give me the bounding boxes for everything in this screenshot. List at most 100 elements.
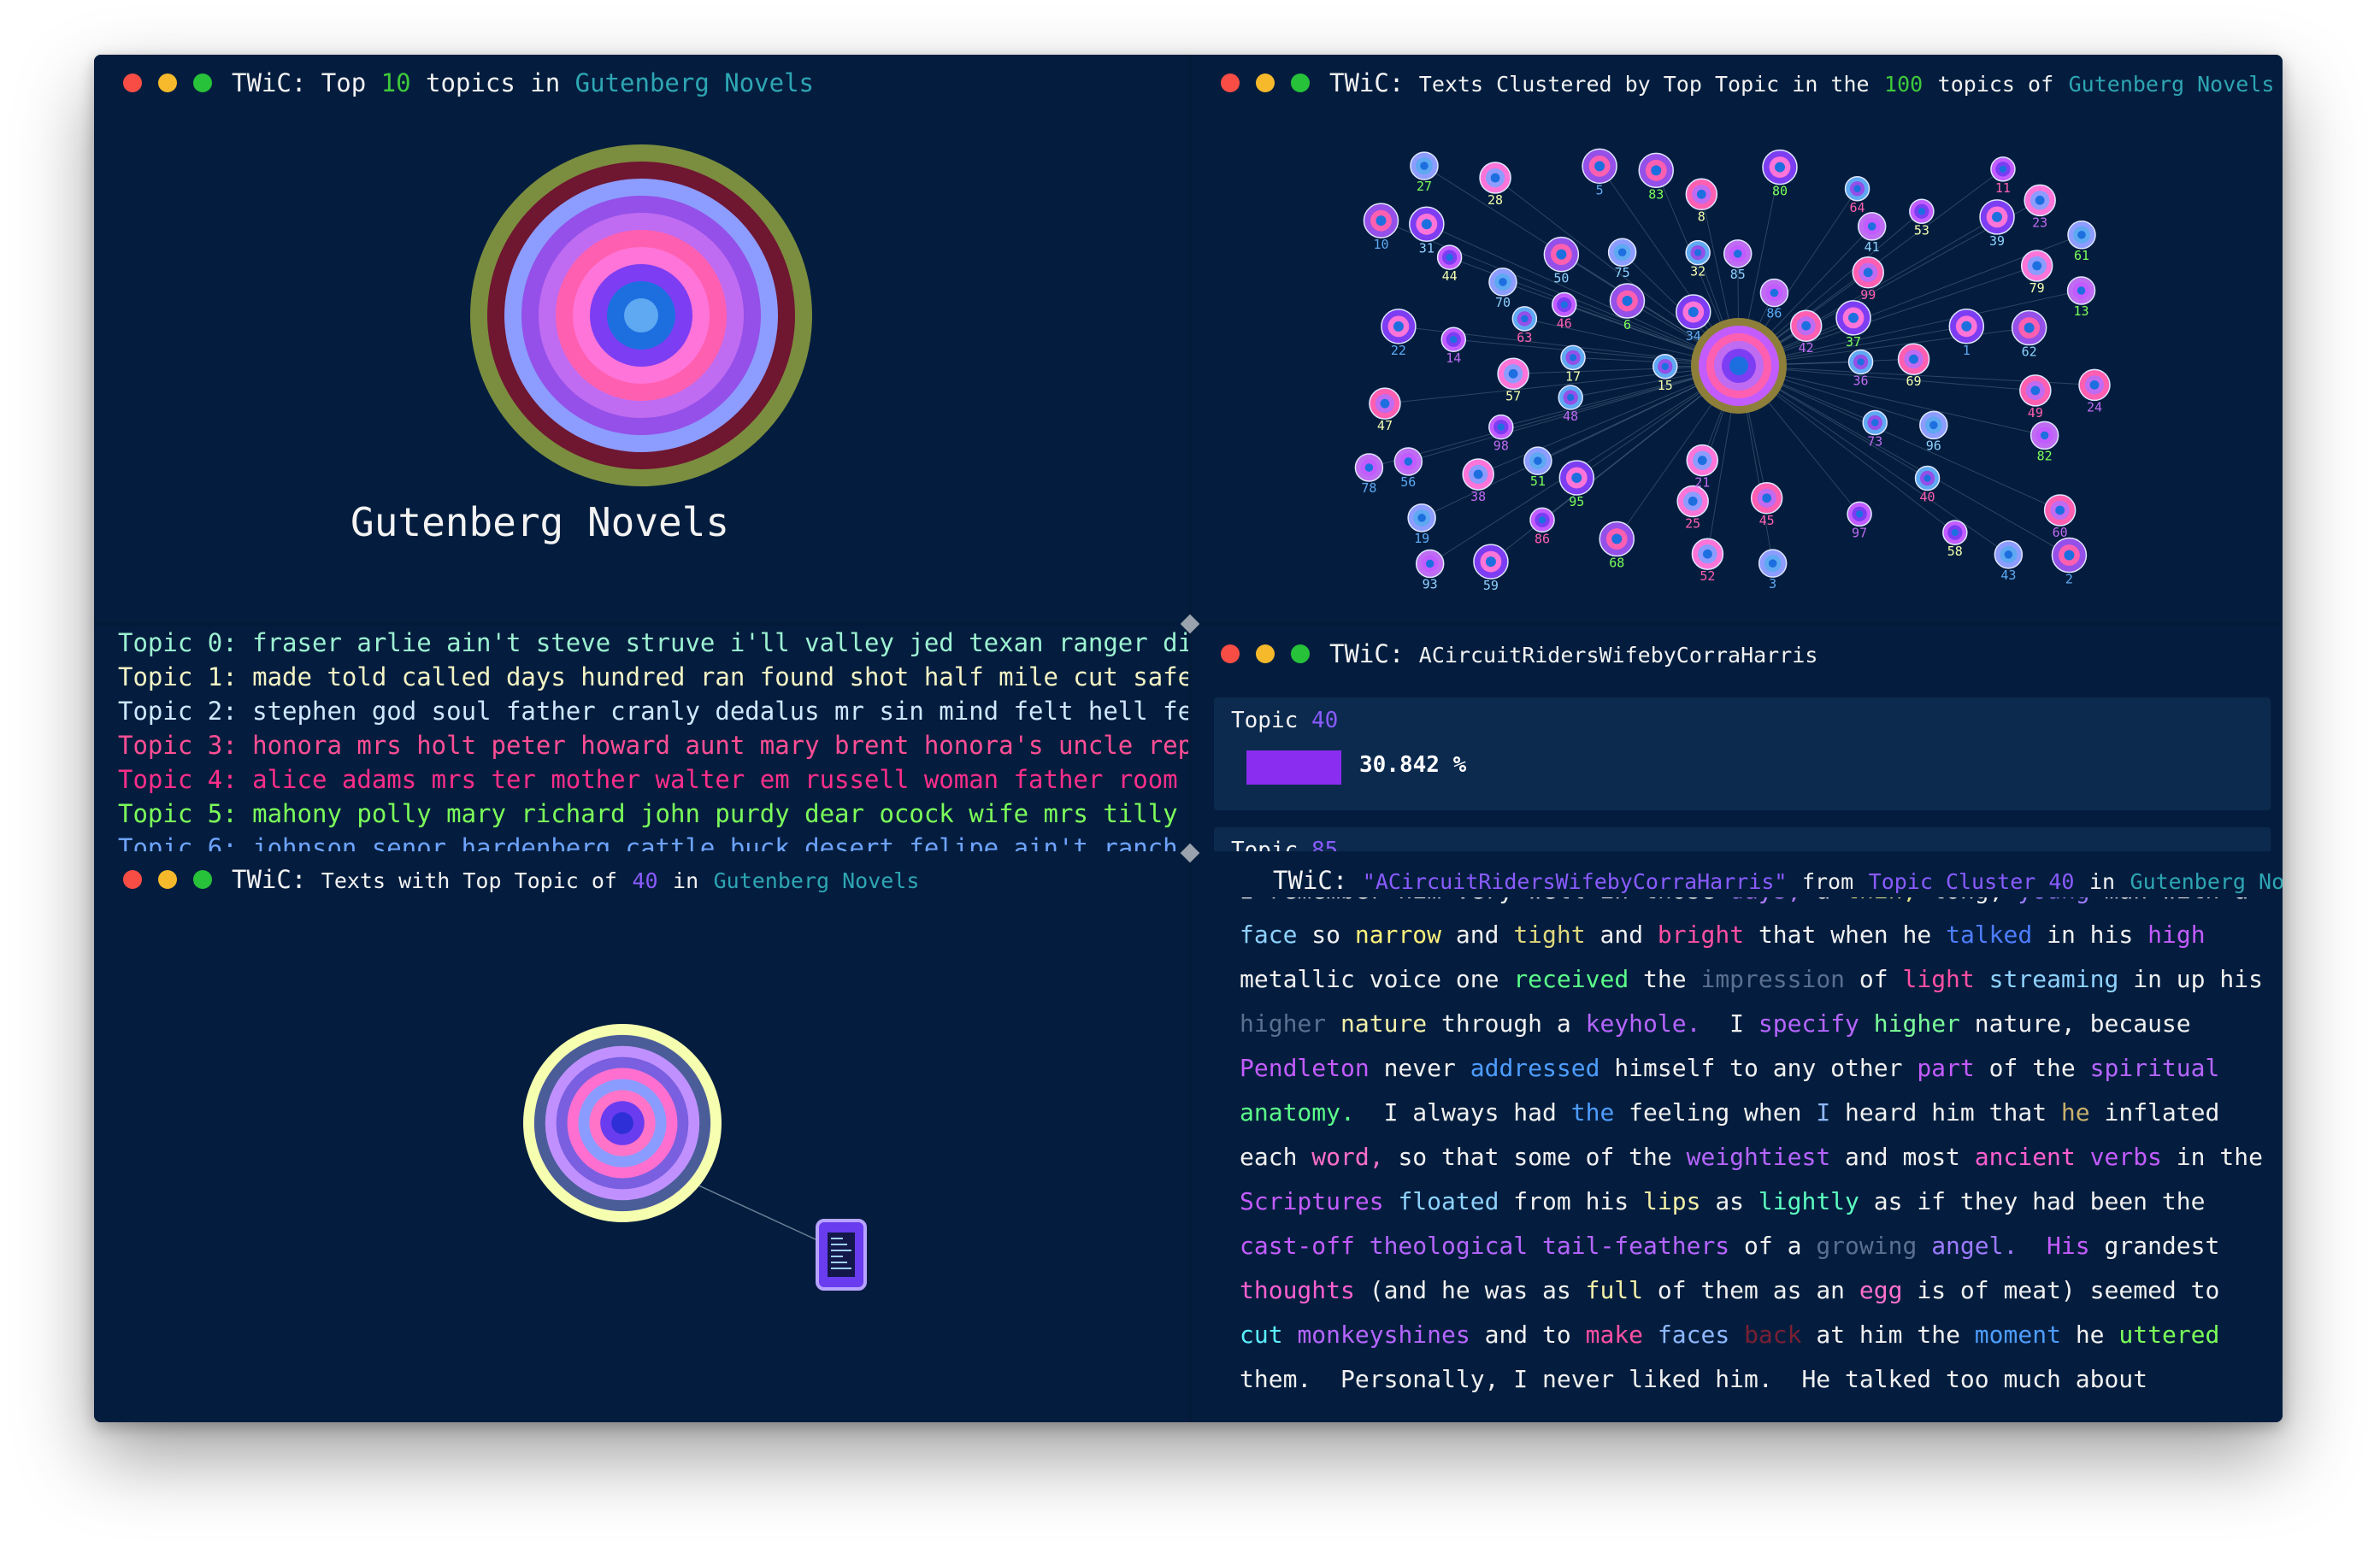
reader-word[interactable]: impression [1700, 965, 1859, 993]
topic-row[interactable]: Topic 4: alice adams mrs ter mother walt… [118, 762, 1188, 797]
cluster-node[interactable]: 36 [1847, 349, 1874, 388]
reader-word[interactable]: through a [1441, 1009, 1586, 1038]
topic-ring[interactable] [624, 298, 658, 332]
cluster-node[interactable]: 19 [1407, 503, 1436, 546]
reader-word[interactable]: that when he [1758, 921, 1946, 949]
reader-word[interactable]: he [2076, 1321, 2119, 1349]
topic-weight-card[interactable]: Topic 40 30.842 % [1214, 697, 2271, 810]
cluster-node[interactable]: 86 [1759, 278, 1789, 321]
reader-word[interactable]: cut [1240, 1321, 1297, 1349]
reader-word[interactable]: tail-feathers [1542, 1232, 1744, 1260]
reader-word[interactable]: so that some of the [1398, 1143, 1686, 1171]
reader-word[interactable]: from his [1513, 1187, 1643, 1215]
cluster-node[interactable]: 86 [1529, 507, 1555, 546]
reader-word[interactable]: (and he was as [1370, 1276, 1586, 1304]
cluster-node[interactable]: 5 [1582, 148, 1617, 197]
reader-word[interactable]: heard him that [1845, 1098, 2061, 1127]
cluster-node[interactable]: 3 [1758, 549, 1788, 591]
reader-word[interactable]: keyhole. [1586, 1009, 1701, 1038]
cluster-node[interactable]: 2 [2051, 537, 2088, 587]
reader-word[interactable]: so [1311, 921, 1355, 949]
reader-word[interactable]: Pendleton [1240, 1054, 1384, 1082]
reader-word[interactable]: addressed [1470, 1054, 1615, 1082]
cluster-node[interactable]: 70 [1488, 268, 1517, 310]
cluster-node[interactable]: 49 [2019, 374, 2052, 421]
reader-word[interactable]: verbs [2090, 1143, 2177, 1171]
cluster-node[interactable]: 78 [1354, 453, 1384, 496]
reader-word[interactable]: inflated [2105, 1098, 2220, 1127]
cluster-node[interactable]: 39 [1979, 199, 2015, 249]
cluster-node[interactable]: 58 [1942, 520, 1968, 559]
reader-word[interactable]: tight [1513, 921, 1599, 949]
reader-word[interactable]: feeling when [1629, 1098, 1816, 1127]
reader-word[interactable]: narrow [1355, 921, 1456, 949]
cluster-node[interactable]: 25 [1676, 485, 1709, 531]
cluster-node[interactable]: 48 [1558, 385, 1583, 424]
cluster-node[interactable]: 53 [1909, 198, 1935, 238]
reader-word[interactable]: and [1599, 921, 1657, 949]
reader-word[interactable]: face [1240, 921, 1311, 949]
cluster-node[interactable]: 10 [1363, 203, 1399, 252]
topic-row[interactable]: Topic 3: honora mrs holt peter howard au… [118, 728, 1188, 762]
reader-word[interactable]: nature, because [1975, 1009, 2191, 1038]
cluster-graph[interactable]: 4419429564852821461995932863868696822731… [1192, 55, 2283, 622]
reader-word[interactable]: His [2018, 1232, 2104, 1260]
reader-word[interactable]: metallic voice [1240, 965, 1456, 993]
close-button[interactable] [1221, 644, 1240, 663]
cluster-node[interactable]: 1 [1948, 309, 1985, 358]
cluster-node[interactable]: 75 [1607, 238, 1637, 280]
reader-word[interactable]: cast-off [1240, 1232, 1370, 1260]
reader-word[interactable]: and to [1485, 1321, 1586, 1349]
reader-word[interactable]: higher [1240, 1009, 1340, 1038]
cluster-node[interactable]: 96 [1919, 410, 1948, 453]
reader-word[interactable]: the [1643, 965, 1700, 993]
reader-word[interactable]: received [1513, 965, 1643, 993]
cluster-node[interactable]: 52 [1691, 538, 1724, 584]
cluster-node[interactable]: 38 [1462, 458, 1494, 504]
reader-word[interactable]: make [1586, 1321, 1658, 1349]
cluster-node[interactable]: 68 [1599, 521, 1635, 571]
reader-word[interactable]: grandest [2105, 1232, 2220, 1260]
reader-word[interactable]: I always had [1355, 1098, 1571, 1127]
cluster-node[interactable]: 99 [1852, 256, 1884, 303]
reader-word[interactable]: himself to any other [1614, 1054, 1917, 1082]
reader-word[interactable]: never [1384, 1054, 1470, 1082]
document-icon[interactable] [816, 1219, 867, 1291]
cluster-node[interactable]: 62 [2011, 309, 2047, 360]
cluster-node[interactable]: 8 [1685, 178, 1718, 224]
cluster-node[interactable]: 83 [1638, 152, 1674, 202]
cluster-node[interactable]: 37 [1835, 300, 1871, 350]
reader-word[interactable]: uttered [2118, 1321, 2219, 1349]
reader-word[interactable]: floated [1398, 1187, 1513, 1215]
cluster-node[interactable]: 93 [1415, 549, 1445, 591]
cluster-node[interactable]: 22 [1381, 309, 1417, 358]
cluster-node[interactable]: 14 [1440, 327, 1467, 366]
cluster-node[interactable]: 63 [1511, 306, 1538, 345]
cluster-node[interactable]: 44 [1436, 244, 1463, 284]
reader-word[interactable]: in his [2047, 921, 2147, 949]
cluster-node[interactable]: 21 [1686, 444, 1718, 491]
reader-word[interactable]: theological [1370, 1232, 1542, 1260]
topic-row[interactable]: Topic 1: made told called days hundred r… [118, 660, 1188, 694]
reader-word[interactable]: them. Personally, I never liked him. He … [1240, 1365, 2147, 1393]
reader-word[interactable]: streaming [1989, 965, 2134, 993]
reader-word[interactable]: egg [1859, 1276, 1917, 1304]
cluster-node[interactable]: 11 [1990, 156, 2016, 196]
reader-word[interactable]: back [1744, 1321, 1816, 1349]
reader-word[interactable]: I [1816, 1098, 1845, 1127]
reader-word[interactable]: thoughts [1240, 1276, 1370, 1304]
cluster-node[interactable]: 31 [1409, 206, 1445, 256]
reader-word[interactable]: specify [1758, 1009, 1874, 1038]
reader-word[interactable]: the [1571, 1098, 1629, 1127]
reader-word[interactable]: of them as an [1658, 1276, 1859, 1304]
cluster-node[interactable]: 60 [2043, 494, 2077, 540]
cluster-node[interactable]: 79 [2020, 250, 2053, 296]
reader-word[interactable]: bright [1658, 921, 1758, 949]
cluster-node[interactable]: 85 [1723, 239, 1753, 282]
reader-word[interactable]: is of meat) seemed to [1917, 1276, 2219, 1304]
topic-rings[interactable] [523, 1024, 722, 1222]
reader-word[interactable]: nature [1340, 1009, 1441, 1038]
reader-word[interactable]: higher [1874, 1009, 1975, 1038]
cluster-node[interactable]: 13 [2066, 276, 2096, 319]
reader-word[interactable]: as [1715, 1187, 1758, 1215]
